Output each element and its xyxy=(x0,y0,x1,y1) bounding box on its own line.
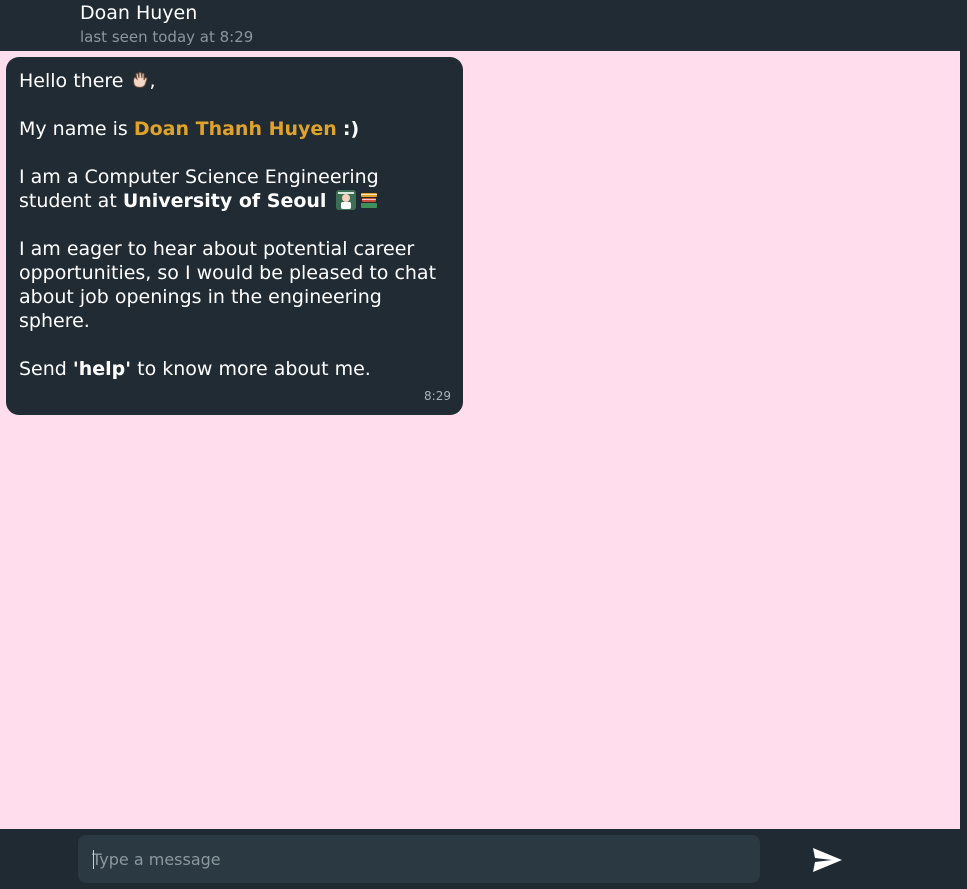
send-suffix: to know more about me. xyxy=(131,358,371,380)
text-cursor xyxy=(93,850,94,869)
message-bubble[interactable]: Hello there , My name is Doan Thanh Huye… xyxy=(6,57,463,415)
help-line: Send 'help' to know more about me. xyxy=(19,357,450,381)
last-seen-status: last seen today at 8:29 xyxy=(80,28,254,46)
message-input[interactable] xyxy=(78,835,760,883)
greeting-text: Hello there xyxy=(19,70,124,92)
name-prefix: My name is xyxy=(19,118,134,140)
highlighted-name: Doan Thanh Huyen xyxy=(133,118,337,140)
message-composer xyxy=(0,829,960,889)
books-emoji-icon xyxy=(359,190,379,210)
study-line: I am a Computer Science Engineering stud… xyxy=(19,165,450,213)
student-emoji-icon xyxy=(336,190,357,210)
window-edge xyxy=(960,0,967,889)
contact-name[interactable]: Doan Huyen xyxy=(80,2,197,24)
name-line: My name is Doan Thanh Huyen :) xyxy=(19,117,450,141)
career-line: I am eager to hear about potential caree… xyxy=(19,238,437,332)
waving-hand-emoji-icon xyxy=(130,70,150,90)
university-name: University of Seoul xyxy=(122,190,327,212)
greeting-punctuation: , xyxy=(149,70,156,92)
chat-app: Doan Huyen last seen today at 8:29 Hello… xyxy=(0,0,967,889)
send-icon xyxy=(813,848,842,872)
smiley-text: :) xyxy=(342,118,360,140)
send-button[interactable] xyxy=(808,845,846,875)
help-keyword: 'help' xyxy=(72,358,132,380)
chat-body[interactable]: Hello there , My name is Doan Thanh Huye… xyxy=(0,51,960,829)
chat-header[interactable]: Doan Huyen last seen today at 8:29 xyxy=(0,0,960,51)
message-timestamp: 8:29 xyxy=(424,389,451,403)
send-prefix: Send xyxy=(19,358,73,380)
greeting-line: Hello there , xyxy=(19,69,450,93)
